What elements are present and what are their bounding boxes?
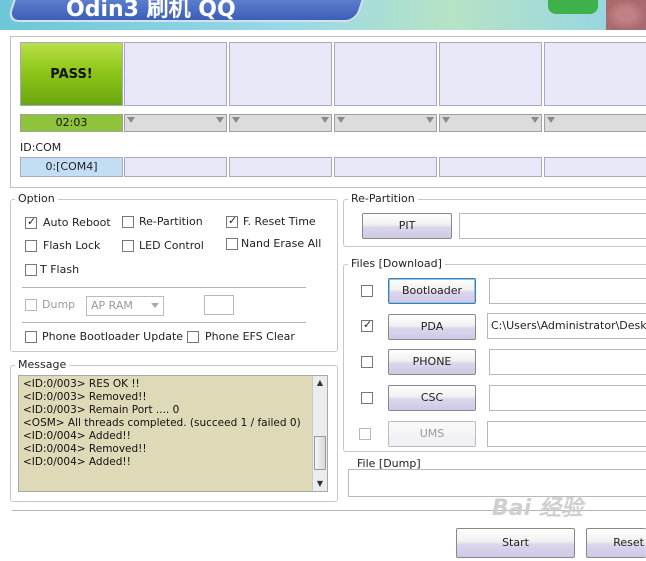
log-line: <ID:0/003> Removed!! — [23, 391, 147, 403]
chevron-down-icon — [151, 303, 159, 308]
port-id-2 — [124, 157, 227, 177]
t-flash-label: T Flash — [40, 263, 80, 276]
timer-value: 02:03 — [55, 116, 88, 129]
scroll-up-icon[interactable]: ▲ — [313, 376, 327, 390]
log-line: <ID:0/004> Removed!! — [23, 443, 147, 455]
ums-label: UMS — [419, 427, 445, 440]
t-flash-checkbox[interactable] — [25, 264, 37, 276]
port-slot-6 — [544, 42, 646, 106]
app-banner: Odin3 刷机 QQ — [0, 0, 646, 30]
bootloader-checkbox[interactable] — [361, 285, 373, 297]
message-scrollbar[interactable]: ▲ ▼ — [312, 376, 327, 491]
port-slot-5 — [439, 42, 542, 106]
ums-button[interactable]: UMS — [388, 421, 476, 447]
option-separator-1 — [22, 287, 306, 288]
auto-reboot-checkbox[interactable] — [25, 215, 37, 229]
bootloader-label: Bootloader — [401, 284, 463, 297]
nand-erase-all-label: Nand Erase All — [241, 237, 322, 250]
port-slot-3 — [229, 42, 332, 106]
auto-reboot-label: Auto Reboot — [43, 216, 111, 229]
dump-checkbox[interactable] — [25, 299, 37, 311]
port-slot-2 — [124, 42, 227, 106]
start-button[interactable]: Start — [456, 528, 575, 558]
phone-checkbox[interactable] — [361, 356, 373, 368]
port-id-5 — [439, 157, 542, 177]
pda-button[interactable]: PDA — [388, 314, 476, 340]
port-id-4 — [334, 157, 437, 177]
banner-decoration — [548, 0, 598, 14]
dump-type-value: AP RAM — [91, 299, 133, 312]
pit-button[interactable]: PIT — [362, 213, 452, 239]
watermark-logo: Bai 经验 — [492, 496, 583, 521]
csc-button[interactable]: CSC — [388, 385, 476, 411]
pass-status: PASS! — [50, 66, 93, 82]
phone-file-field[interactable] — [489, 349, 646, 375]
flash-lock-checkbox[interactable] — [25, 240, 37, 252]
repartition-title: Re-Partition — [348, 192, 418, 205]
port-slot-4 — [334, 42, 437, 106]
port-timer-5 — [439, 114, 542, 132]
log-line: <OSM> All threads completed. (succeed 1 … — [23, 417, 301, 429]
log-line: <ID:0/003> RES OK !! — [23, 378, 140, 390]
port-id-3 — [229, 157, 332, 177]
phone-bootloader-update-checkbox[interactable] — [25, 331, 37, 343]
message-title: Message — [15, 358, 70, 371]
re-partition-label: Re-Partition — [139, 215, 203, 228]
re-partition-checkbox[interactable] — [122, 216, 134, 228]
ums-file-field[interactable] — [487, 421, 646, 447]
phone-efs-clear-checkbox[interactable] — [187, 331, 199, 343]
port-timer-1: 02:03 — [20, 114, 123, 132]
pda-file-field[interactable]: C:\Users\Administrator\Desktop\ — [487, 313, 646, 339]
led-control-label: LED Control — [139, 239, 204, 252]
pit-file-field[interactable] — [459, 213, 646, 239]
port-timer-4 — [334, 114, 437, 132]
app-title: Odin3 刷机 QQ — [66, 0, 236, 22]
nand-erase-all-checkbox[interactable] — [226, 238, 238, 250]
csc-label: CSC — [420, 391, 444, 404]
f-reset-time-checkbox[interactable] — [226, 214, 238, 228]
id-com-label: ID:COM — [20, 141, 62, 154]
flash-lock-label: Flash Lock — [43, 239, 101, 252]
start-label: Start — [502, 536, 529, 549]
message-log[interactable]: <ID:0/003> RES OK !! <ID:0/003> Removed!… — [18, 375, 328, 492]
files-title: Files [Download] — [348, 257, 445, 270]
f-reset-time-label: F. Reset Time — [243, 215, 316, 228]
dump-label: Dump — [42, 298, 76, 311]
banner-decoration-2 — [606, 0, 646, 30]
pda-label: PDA — [420, 320, 444, 333]
ums-checkbox[interactable] — [359, 428, 371, 440]
phone-label: PHONE — [412, 355, 452, 368]
pit-label: PIT — [398, 219, 416, 232]
log-line: <ID:0/004> Added!! — [23, 430, 131, 442]
reset-button[interactable]: Reset — [586, 528, 646, 558]
csc-file-field[interactable] — [489, 385, 646, 411]
log-line: <ID:0/003> Remain Port .... 0 — [23, 404, 180, 416]
bootloader-file-field[interactable] — [489, 278, 646, 304]
scroll-thumb[interactable] — [314, 436, 326, 470]
dump-size-field[interactable] — [204, 295, 234, 315]
port-id-1: 0:[COM4] — [20, 157, 123, 177]
reset-label: Reset — [613, 536, 644, 549]
bootloader-button[interactable]: Bootloader — [388, 278, 476, 304]
option-separator-2 — [22, 322, 306, 323]
port-status-panel: PASS! 02:03 ID:COM 0:[COM4] — [10, 36, 646, 188]
option-title: Option — [15, 192, 58, 205]
log-line: <ID:0/004> Added!! — [23, 456, 131, 468]
port-timer-2 — [124, 114, 227, 132]
scroll-down-icon[interactable]: ▼ — [313, 477, 327, 491]
pda-file-path: C:\Users\Administrator\Desktop\ — [491, 319, 646, 332]
port-timer-3 — [229, 114, 332, 132]
port-slot-1: PASS! — [20, 42, 123, 106]
pda-checkbox[interactable] — [361, 318, 373, 332]
port-id-6 — [544, 157, 646, 177]
phone-button[interactable]: PHONE — [388, 349, 476, 375]
port-timer-6 — [544, 114, 646, 132]
phone-bootloader-update-label: Phone Bootloader Update — [42, 330, 184, 343]
port-id-value: 0:[COM4] — [45, 160, 98, 173]
phone-efs-clear-label: Phone EFS Clear — [205, 330, 295, 343]
led-control-checkbox[interactable] — [122, 240, 134, 252]
csc-checkbox[interactable] — [361, 392, 373, 404]
dump-type-select[interactable]: AP RAM — [86, 296, 164, 316]
